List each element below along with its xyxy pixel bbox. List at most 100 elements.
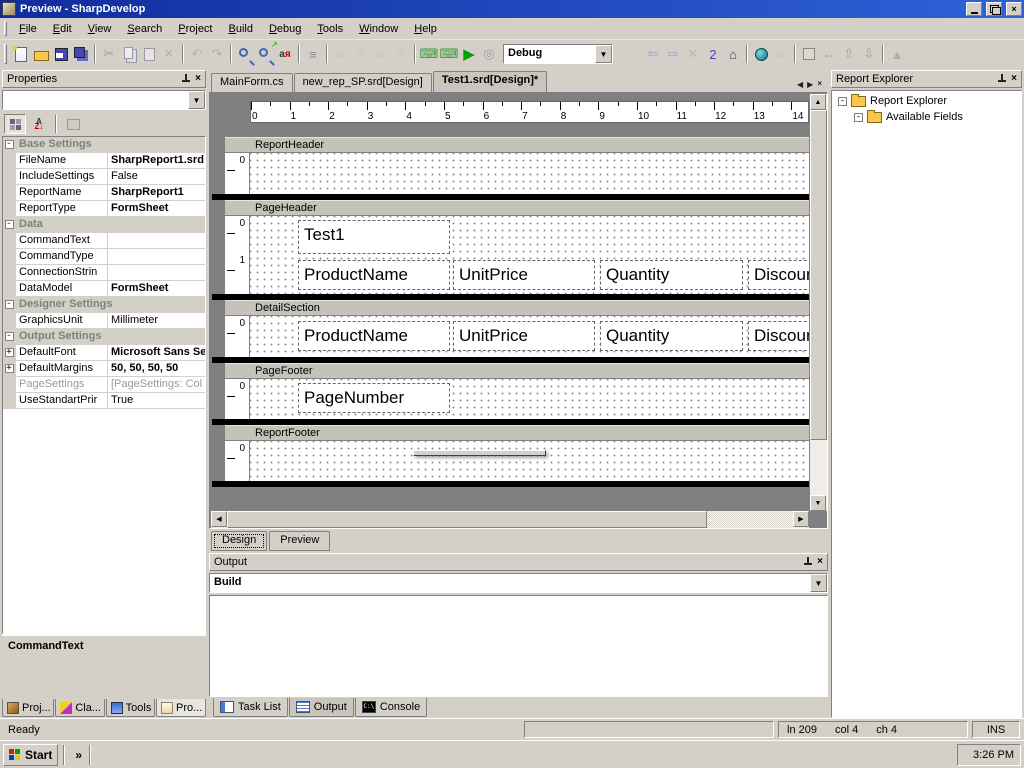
bookmark-prev-icon[interactable]: ☆ bbox=[352, 45, 370, 63]
report-designer-surface[interactable]: 01234567891011121314 ReportHeader0PageHe… bbox=[209, 92, 828, 529]
tab-scroll-left-icon[interactable]: ◀ bbox=[797, 80, 803, 89]
close-panel-icon[interactable]: × bbox=[1011, 74, 1017, 84]
paste-icon[interactable] bbox=[140, 45, 158, 63]
window-2-icon[interactable]: 2 bbox=[704, 45, 722, 63]
section-bar-reportheader[interactable]: ReportHeader bbox=[225, 137, 809, 152]
tab-proj[interactable]: Proj... bbox=[2, 699, 54, 717]
comment-region-icon[interactable]: ≡ bbox=[304, 45, 322, 63]
menubar-grip-handle[interactable] bbox=[4, 21, 7, 36]
new-icon[interactable] bbox=[12, 45, 30, 63]
debug-target-combobox[interactable]: Debug▼ bbox=[503, 44, 613, 64]
minimize-button[interactable] bbox=[966, 2, 982, 16]
tree-item-available-fields[interactable]: -Available Fields bbox=[832, 109, 1021, 125]
pin-icon[interactable] bbox=[997, 74, 1007, 84]
replace-icon[interactable]: aя bbox=[276, 45, 294, 63]
property-row-pagesettings[interactable]: PageSettings[PageSettings: Col bbox=[3, 377, 205, 393]
property-pages-button[interactable] bbox=[62, 114, 84, 134]
close-file-icon[interactable]: ✕ bbox=[684, 45, 702, 63]
toolbar-grip-handle[interactable] bbox=[4, 44, 7, 64]
view-tab-design[interactable]: Design bbox=[211, 531, 267, 551]
report-item-productname[interactable]: ProductName bbox=[298, 321, 450, 351]
copy-icon[interactable] bbox=[120, 45, 138, 63]
section-canvas[interactable]: PageNumber bbox=[250, 379, 809, 419]
tab-output[interactable]: Output bbox=[289, 698, 354, 717]
section-bar-reportfooter[interactable]: ReportFooter bbox=[225, 425, 809, 440]
menu-search[interactable]: Search bbox=[119, 20, 170, 38]
section-canvas[interactable] bbox=[250, 153, 809, 194]
save-all-icon[interactable] bbox=[72, 45, 90, 63]
property-value[interactable] bbox=[108, 233, 205, 248]
expand-icon[interactable]: + bbox=[5, 364, 14, 373]
property-value[interactable]: [PageSettings: Col bbox=[108, 377, 205, 392]
section-canvas[interactable] bbox=[250, 441, 809, 481]
forward-icon[interactable]: ⇨ bbox=[664, 45, 682, 63]
property-value[interactable]: Millimeter bbox=[108, 313, 205, 328]
macro-play-icon[interactable]: ⌨ bbox=[440, 45, 458, 63]
property-row-defaultmargins[interactable]: +DefaultMargins50, 50, 50, 50 bbox=[3, 361, 205, 377]
fit-width-icon[interactable]: ⇔ bbox=[820, 45, 838, 63]
property-value[interactable] bbox=[108, 249, 205, 264]
section-canvas[interactable]: ProductNameUnitPriceQuantityDiscount bbox=[250, 316, 809, 357]
property-row-defaultfont[interactable]: +DefaultFontMicrosoft Sans Ser bbox=[3, 345, 205, 361]
tab-console[interactable]: C:\Console bbox=[355, 698, 427, 717]
pin-icon[interactable] bbox=[803, 557, 813, 567]
section-bar-pagefooter[interactable]: PageFooter bbox=[225, 363, 809, 378]
vertical-scrollbar[interactable]: ▲ ▼ bbox=[810, 94, 827, 511]
document-tab-test1-srd-design[interactable]: Test1.srd[Design]* bbox=[433, 71, 547, 92]
report-item-discount[interactable]: Discount bbox=[748, 260, 809, 290]
property-row-graphicsunit[interactable]: GraphicsUnitMillimeter bbox=[3, 313, 205, 329]
property-row-reporttype[interactable]: ReportTypeFormSheet bbox=[3, 201, 205, 217]
web-refresh-icon[interactable] bbox=[752, 45, 770, 63]
menu-debug[interactable]: Debug bbox=[261, 20, 309, 38]
save-icon[interactable] bbox=[52, 45, 70, 63]
open-icon[interactable] bbox=[32, 45, 50, 63]
property-row-datamodel[interactable]: DataModelFormSheet bbox=[3, 281, 205, 297]
horizontal-scroll-track[interactable] bbox=[707, 511, 793, 528]
bookmark-clear-icon[interactable]: ☆ bbox=[392, 45, 410, 63]
find-icon[interactable] bbox=[236, 45, 254, 63]
object-selector-combobox[interactable]: ▼ bbox=[2, 90, 206, 110]
section-canvas[interactable]: Test1ProductNameUnitPriceQuantityDiscoun… bbox=[250, 216, 809, 294]
clock[interactable]: 3:26 PM bbox=[967, 749, 1014, 761]
vertical-scroll-thumb[interactable] bbox=[810, 110, 827, 440]
collapse-icon[interactable]: - bbox=[854, 113, 863, 122]
home-icon[interactable]: ⌂ bbox=[724, 45, 742, 63]
menu-view[interactable]: View bbox=[80, 20, 120, 38]
collapse-icon[interactable]: - bbox=[5, 332, 14, 341]
tab-cla[interactable]: Cla... bbox=[55, 699, 104, 717]
property-row-reportname[interactable]: ReportNameSharpReport1 bbox=[3, 185, 205, 201]
property-value[interactable]: False bbox=[108, 169, 205, 184]
start-button[interactable]: Start bbox=[3, 744, 58, 766]
tab-pro[interactable]: Pro... bbox=[156, 699, 206, 717]
redo-icon[interactable]: ↷ bbox=[208, 45, 226, 63]
chevron-down-icon[interactable]: ▼ bbox=[188, 91, 205, 109]
property-value[interactable]: Microsoft Sans Ser bbox=[108, 345, 205, 360]
chevron-down-icon[interactable]: ▼ bbox=[595, 45, 612, 63]
collapse-icon[interactable]: - bbox=[838, 97, 847, 106]
report-item-unitprice[interactable]: UnitPrice bbox=[453, 260, 595, 290]
property-row-commandtype[interactable]: CommandType bbox=[3, 249, 205, 265]
tab-task-list[interactable]: Task List bbox=[213, 698, 288, 717]
web-star-icon[interactable]: ☆ bbox=[772, 45, 790, 63]
property-value[interactable]: 50, 50, 50, 50 bbox=[108, 361, 205, 376]
arrow-down-icon[interactable]: ⇩ bbox=[860, 45, 878, 63]
alphabetical-sort-button[interactable]: AZ↓ bbox=[28, 114, 50, 134]
vertical-scroll-track[interactable] bbox=[810, 440, 827, 495]
property-value[interactable]: SharpReport1.srd bbox=[108, 153, 205, 168]
stop-icon[interactable]: ◎ bbox=[480, 45, 498, 63]
close-document-icon[interactable]: × bbox=[817, 79, 822, 89]
scroll-down-icon[interactable]: ▼ bbox=[810, 495, 826, 511]
find-in-files-icon[interactable] bbox=[256, 45, 274, 63]
menu-file[interactable]: File bbox=[11, 20, 45, 38]
property-category-data[interactable]: -Data bbox=[3, 217, 205, 233]
document-tab-mainform-cs[interactable]: MainForm.cs bbox=[211, 73, 293, 92]
collapse-icon[interactable]: - bbox=[5, 300, 14, 309]
macro-record-icon[interactable]: ⌨ bbox=[420, 45, 438, 63]
menu-window[interactable]: Window bbox=[351, 20, 406, 38]
view-tab-preview[interactable]: Preview bbox=[269, 531, 330, 551]
report-item-discount[interactable]: Discount bbox=[748, 321, 809, 351]
report-item-quantity[interactable]: Quantity bbox=[600, 321, 743, 351]
property-value[interactable]: FormSheet bbox=[108, 281, 205, 296]
menu-project[interactable]: Project bbox=[170, 20, 220, 38]
categorized-button[interactable] bbox=[4, 114, 26, 134]
